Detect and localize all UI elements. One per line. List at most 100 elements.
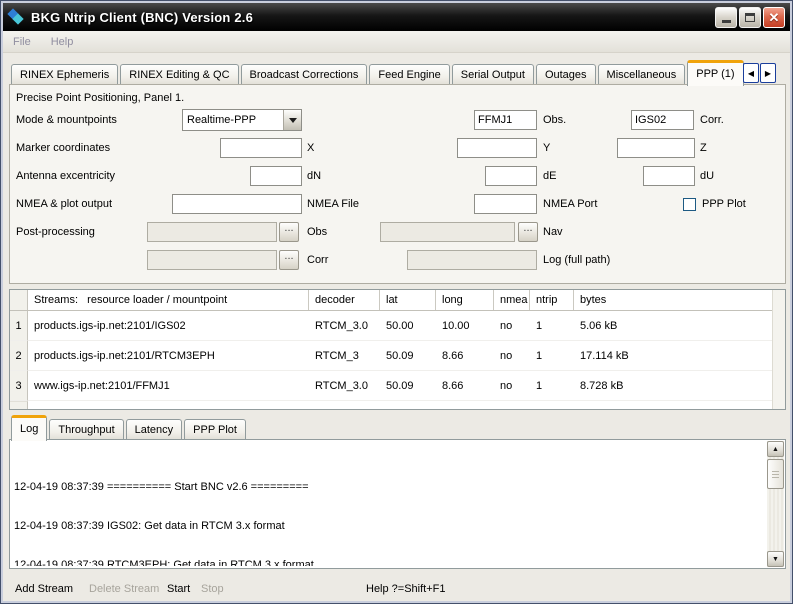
- nmea-port-label: NMEA Port: [543, 193, 597, 215]
- nmea-file-field[interactable]: [172, 194, 302, 214]
- row-number[interactable]: 2: [10, 341, 28, 371]
- app-window: BKG Ntrip Client (BNC) Version 2.6 ✕ Fil…: [0, 0, 793, 604]
- stop-button[interactable]: Stop: [201, 583, 224, 595]
- log-text: 12-04-19 08:37:39 ========== Start BNC v…: [14, 455, 763, 566]
- tab-ppp-1[interactable]: PPP (1): [687, 60, 743, 86]
- minimize-button[interactable]: [715, 7, 737, 28]
- window-title: BKG Ntrip Client (BNC) Version 2.6: [31, 10, 253, 25]
- de-label: dE: [543, 165, 556, 187]
- stream-row-1[interactable]: 1 products.igs-ip.net:2101/IGS02 RTCM_3.…: [10, 311, 785, 341]
- cell-lat: 50.00: [380, 311, 436, 341]
- tab-scroll-right-button[interactable]: ▶: [760, 63, 776, 83]
- header-bytes: bytes: [574, 290, 785, 310]
- help-shortcut-label: Help ?=Shift+F1: [366, 583, 446, 595]
- tab-latency[interactable]: Latency: [126, 419, 183, 440]
- antenna-du-field[interactable]: [643, 166, 695, 186]
- tab-broadcast-corrections[interactable]: Broadcast Corrections: [241, 64, 368, 85]
- cell-nmea: no: [494, 311, 530, 341]
- log-output[interactable]: 12-04-19 08:37:39 ========== Start BNC v…: [9, 439, 786, 569]
- tab-serial-output[interactable]: Serial Output: [452, 64, 534, 85]
- marker-z-field[interactable]: [617, 138, 695, 158]
- close-button[interactable]: ✕: [763, 7, 785, 28]
- du-label: dU: [700, 165, 714, 187]
- z-label: Z: [700, 137, 707, 159]
- tab-scroll-left-icon: ◀: [748, 69, 754, 78]
- delete-stream-button[interactable]: Delete Stream: [89, 583, 159, 595]
- corr-label: Corr.: [700, 109, 724, 131]
- tab-scroll-right-icon: ▶: [765, 69, 771, 78]
- marker-coordinates-label: Marker coordinates: [16, 137, 110, 159]
- tab-feed-engine[interactable]: Feed Engine: [369, 64, 449, 85]
- post-obs-field[interactable]: [147, 222, 277, 242]
- title-bar[interactable]: BKG Ntrip Client (BNC) Version 2.6 ✕: [3, 3, 790, 31]
- post-nav-field[interactable]: [380, 222, 515, 242]
- cell-ntrip: 1: [530, 371, 574, 401]
- tab-rinex-editing-qc[interactable]: RINEX Editing & QC: [120, 64, 238, 85]
- antenna-dn-field[interactable]: [250, 166, 302, 186]
- stream-row-3[interactable]: 3 www.igs-ip.net:2101/FFMJ1 RTCM_3.0 50.…: [10, 371, 785, 401]
- post-corr-label: Corr: [307, 249, 328, 271]
- maximize-button[interactable]: [739, 7, 761, 28]
- cell-long: 10.00: [436, 311, 494, 341]
- start-button[interactable]: Start: [167, 583, 190, 595]
- tab-miscellaneous[interactable]: Miscellaneous: [598, 64, 686, 85]
- add-stream-button[interactable]: Add Stream: [15, 583, 73, 595]
- corr-mountpoint-field[interactable]: [631, 110, 694, 130]
- y-label: Y: [543, 137, 550, 159]
- cell-bytes: 17.114 kB: [574, 341, 785, 371]
- mode-combobox[interactable]: Realtime-PPP: [182, 109, 302, 131]
- header-rownum-cell: [10, 290, 28, 310]
- tab-throughput[interactable]: Throughput: [49, 419, 123, 440]
- post-processing-label: Post-processing: [16, 221, 95, 243]
- streams-table-header: Streams: resource loader / mountpoint de…: [10, 290, 785, 311]
- tab-log[interactable]: Log: [11, 415, 47, 441]
- cell-long: 8.66: [436, 341, 494, 371]
- combobox-dropdown-button[interactable]: [283, 110, 301, 130]
- tab-rinex-ephemeris[interactable]: RINEX Ephemeris: [11, 64, 118, 85]
- log-scrollbar[interactable]: ▲ ▼: [767, 441, 784, 567]
- antenna-de-field[interactable]: [485, 166, 537, 186]
- post-corr-browse-button[interactable]: ...: [279, 250, 299, 270]
- scrollbar-thumb[interactable]: [767, 459, 784, 489]
- post-obs-browse-button[interactable]: ...: [279, 222, 299, 242]
- header-decoder: decoder: [309, 290, 380, 310]
- tab-scroll-left-button[interactable]: ◀: [743, 63, 759, 83]
- maximize-icon: [745, 13, 755, 22]
- obs-label: Obs.: [543, 109, 566, 131]
- menu-file[interactable]: File: [3, 34, 41, 50]
- post-corr-field[interactable]: [147, 250, 277, 270]
- nmea-plot-output-label: NMEA & plot output: [16, 193, 112, 215]
- cell-decoder: RTCM_3: [309, 341, 380, 371]
- tab-outages[interactable]: Outages: [536, 64, 596, 85]
- post-log-field[interactable]: [407, 250, 537, 270]
- thumb-grip-icon: [772, 471, 779, 478]
- cell-mountpoint: www.igs-ip.net:2101/FFMJ1: [28, 371, 309, 401]
- cell-long: 8.66: [436, 371, 494, 401]
- scroll-up-button[interactable]: ▲: [767, 441, 784, 457]
- close-icon: ✕: [769, 11, 780, 24]
- row-number[interactable]: 3: [10, 371, 28, 401]
- scroll-down-button[interactable]: ▼: [767, 551, 784, 567]
- header-ntrip: ntrip: [530, 290, 574, 310]
- table-scrollbar-track[interactable]: [772, 290, 785, 409]
- row-number[interactable]: 1: [10, 311, 28, 341]
- cell-lat: 50.09: [380, 371, 436, 401]
- mode-combobox-value: Realtime-PPP: [183, 114, 283, 126]
- minimize-icon: [722, 20, 731, 23]
- marker-x-field[interactable]: [220, 138, 302, 158]
- marker-y-field[interactable]: [457, 138, 537, 158]
- obs-mountpoint-field[interactable]: [474, 110, 537, 130]
- cell-mountpoint: products.igs-ip.net:2101/IGS02: [28, 311, 309, 341]
- menu-help[interactable]: Help: [41, 34, 84, 50]
- streams-table: Streams: resource loader / mountpoint de…: [9, 289, 786, 410]
- cell-mountpoint: products.igs-ip.net:2101/RTCM3EPH: [28, 341, 309, 371]
- ppp-plot-checkbox[interactable]: [683, 198, 696, 211]
- tab-ppp-plot[interactable]: PPP Plot: [184, 419, 246, 440]
- log-line: 12-04-19 08:37:39 ========== Start BNC v…: [14, 481, 763, 494]
- post-log-label: Log (full path): [543, 249, 610, 271]
- cell-ntrip: 1: [530, 341, 574, 371]
- post-nav-browse-button[interactable]: ...: [518, 222, 538, 242]
- log-line: 12-04-19 08:37:39 RTCM3EPH: Get data in …: [14, 559, 763, 566]
- nmea-port-field[interactable]: [474, 194, 537, 214]
- stream-row-2[interactable]: 2 products.igs-ip.net:2101/RTCM3EPH RTCM…: [10, 341, 785, 371]
